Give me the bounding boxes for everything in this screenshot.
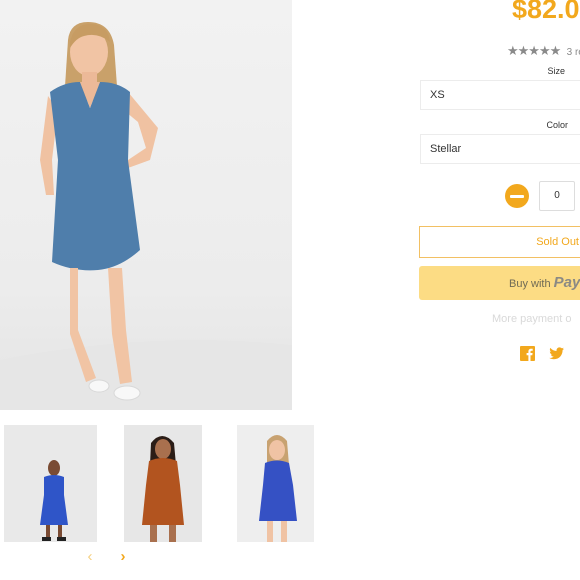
gallery-next-arrow[interactable]: › <box>115 548 131 566</box>
thumbnail-2[interactable] <box>124 425 202 542</box>
sold-out-button[interactable]: Sold Out <box>419 226 580 258</box>
thumbnail-3[interactable] <box>237 425 314 542</box>
more-payment-options-link[interactable]: More payment o <box>492 313 571 325</box>
minus-icon[interactable] <box>505 184 529 208</box>
paypal-prefix: Buy with <box>509 278 551 290</box>
color-select[interactable]: Stellar <box>420 134 580 164</box>
color-label: Color <box>546 120 568 130</box>
main-product-image[interactable] <box>0 0 292 410</box>
buy-with-paypal-button[interactable]: Buy with Pay <box>419 266 580 300</box>
twitter-icon[interactable] <box>549 346 564 361</box>
facebook-icon[interactable] <box>520 346 535 361</box>
quantity-input[interactable]: 0 <box>539 181 575 211</box>
size-select[interactable]: XS <box>420 80 580 110</box>
star-icon: ★★★★★ <box>507 43 561 58</box>
thumbnail-1[interactable] <box>4 425 97 542</box>
product-price: $82.0 <box>512 0 580 24</box>
paypal-logo: Pay <box>553 274 580 291</box>
review-count[interactable]: 3 re <box>567 47 580 58</box>
product-page: ‹ › $82.0 ★★★★★ 3 re Size XS Color Stell… <box>0 0 580 580</box>
gallery-prev-arrow[interactable]: ‹ <box>82 548 98 566</box>
size-label: Size <box>547 66 565 76</box>
rating[interactable]: ★★★★★ 3 re <box>507 43 580 59</box>
